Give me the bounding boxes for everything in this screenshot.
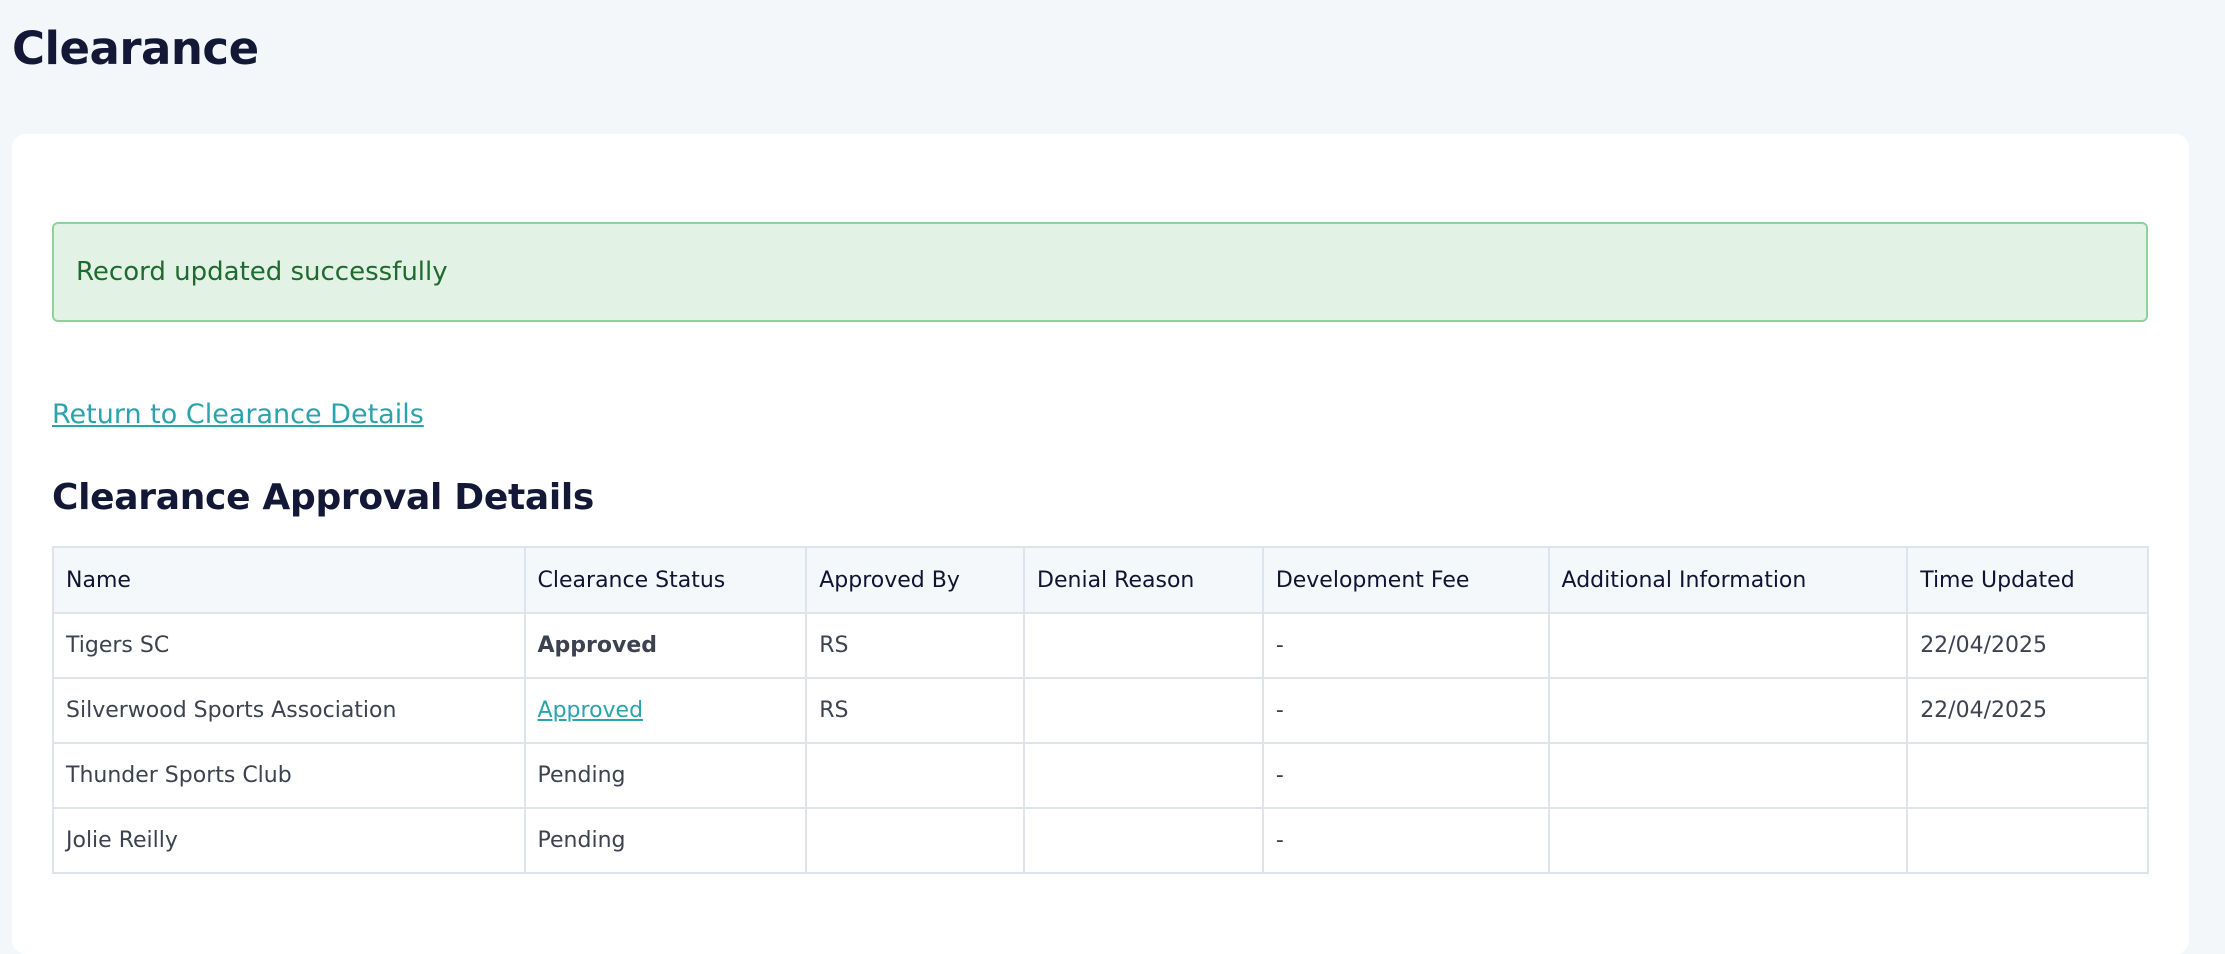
- cell-denial-reason: [1023, 677, 1264, 744]
- section-heading: Clearance Approval Details: [52, 477, 595, 518]
- column-header-additional-information[interactable]: Additional Information: [1547, 546, 1909, 614]
- cell-time-updated: [1906, 807, 2149, 874]
- cell-denial-reason: [1023, 742, 1264, 809]
- cell-additional-info: [1547, 807, 1909, 874]
- column-header-development-fee[interactable]: Development Fee: [1261, 546, 1550, 614]
- column-header-denial-reason[interactable]: Denial Reason: [1023, 546, 1264, 614]
- column-header-clearance-status[interactable]: Clearance Status: [523, 546, 808, 614]
- cell-time-updated: 22/04/2025: [1906, 612, 2149, 679]
- table-row: Jolie Reilly Pending -: [52, 807, 2149, 874]
- cell-status: Approved: [523, 612, 808, 679]
- cell-name: Jolie Reilly: [52, 807, 526, 874]
- cell-status: Pending: [523, 807, 808, 874]
- cell-name: Tigers SC: [52, 612, 526, 679]
- return-to-clearance-details-link[interactable]: Return to Clearance Details: [52, 399, 424, 430]
- clearance-approval-table: Name Clearance Status Approved By Denial…: [52, 546, 2149, 874]
- table-header-row: Name Clearance Status Approved By Denial…: [52, 546, 2149, 614]
- cell-status: Pending: [523, 742, 808, 809]
- page-title: Clearance: [12, 22, 259, 75]
- cell-additional-info: [1547, 612, 1909, 679]
- cell-approved-by: [805, 807, 1026, 874]
- cell-development-fee: -: [1261, 677, 1550, 744]
- table-row: Thunder Sports Club Pending -: [52, 742, 2149, 809]
- cell-approved-by: RS: [805, 612, 1026, 679]
- cell-time-updated: 22/04/2025: [1906, 677, 2149, 744]
- cell-status: Approved: [523, 677, 808, 744]
- cell-name: Thunder Sports Club: [52, 742, 526, 809]
- column-header-name[interactable]: Name: [52, 546, 526, 614]
- column-header-approved-by[interactable]: Approved By: [805, 546, 1026, 614]
- cell-approved-by: [805, 742, 1026, 809]
- success-alert: Record updated successfully: [52, 222, 2148, 322]
- column-header-time-updated[interactable]: Time Updated: [1906, 546, 2149, 614]
- content-card: Record updated successfully Return to Cl…: [12, 134, 2189, 954]
- cell-denial-reason: [1023, 612, 1264, 679]
- table-row: Silverwood Sports Association Approved R…: [52, 677, 2149, 744]
- status-approved-link[interactable]: Approved: [538, 698, 644, 723]
- cell-denial-reason: [1023, 807, 1264, 874]
- cell-additional-info: [1547, 677, 1909, 744]
- cell-development-fee: -: [1261, 807, 1550, 874]
- cell-development-fee: -: [1261, 612, 1550, 679]
- cell-additional-info: [1547, 742, 1909, 809]
- table-row: Tigers SC Approved RS - 22/04/2025: [52, 612, 2149, 679]
- alert-message: Record updated successfully: [76, 257, 448, 287]
- cell-approved-by: RS: [805, 677, 1026, 744]
- cell-name: Silverwood Sports Association: [52, 677, 526, 744]
- cell-time-updated: [1906, 742, 2149, 809]
- cell-development-fee: -: [1261, 742, 1550, 809]
